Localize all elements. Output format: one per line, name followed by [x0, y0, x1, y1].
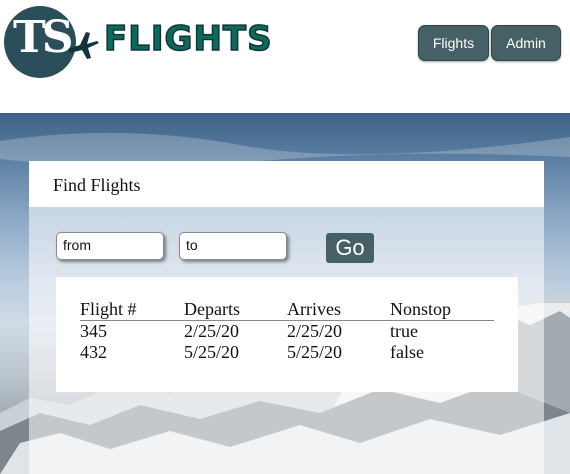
column-header-arrives: Arrives [287, 299, 390, 321]
table-row[interactable]: 345 2/25/20 2/25/20 true [80, 321, 494, 343]
table-header-row: Flight # Departs Arrives Nonstop [80, 299, 494, 321]
cell-flight: 345 [80, 321, 107, 341]
go-button[interactable]: Go [326, 233, 374, 263]
cell-nonstop: false [390, 342, 424, 362]
column-header-departs: Departs [184, 299, 287, 321]
logo-wordmark: FLIGHTS [103, 18, 273, 60]
cell-departs: 5/25/20 [184, 342, 240, 362]
cell-arrives: 5/25/20 [287, 342, 343, 362]
results-panel: Flight # Departs Arrives Nonstop 345 2/2… [56, 277, 518, 392]
cell-arrives: 2/25/20 [287, 321, 343, 341]
logo-mark: TS [13, 12, 73, 63]
nav-admin-button[interactable]: Admin [491, 25, 561, 61]
column-header-nonstop: Nonstop [390, 299, 494, 321]
cell-flight: 432 [80, 342, 107, 362]
nav-flights-button[interactable]: Flights [418, 25, 489, 61]
panel-header: Find Flights [29, 161, 544, 207]
airplane-icon [68, 32, 99, 59]
cell-departs: 2/25/20 [184, 321, 240, 341]
to-input[interactable]: to [179, 232, 287, 260]
site-header: TS FLIGHTS Flights Admin [0, 0, 570, 113]
column-header-flight: Flight # [80, 299, 184, 321]
site-logo[interactable]: TS FLIGHTS [4, 6, 272, 78]
from-input[interactable]: from [56, 232, 164, 260]
cell-nonstop: true [390, 321, 418, 341]
panel-title: Find Flights [53, 175, 141, 195]
results-table: Flight # Departs Arrives Nonstop 345 2/2… [80, 299, 494, 363]
hero-background: Find Flights from to Go Flight # Departs… [0, 113, 570, 474]
table-row[interactable]: 432 5/25/20 5/25/20 false [80, 342, 494, 363]
